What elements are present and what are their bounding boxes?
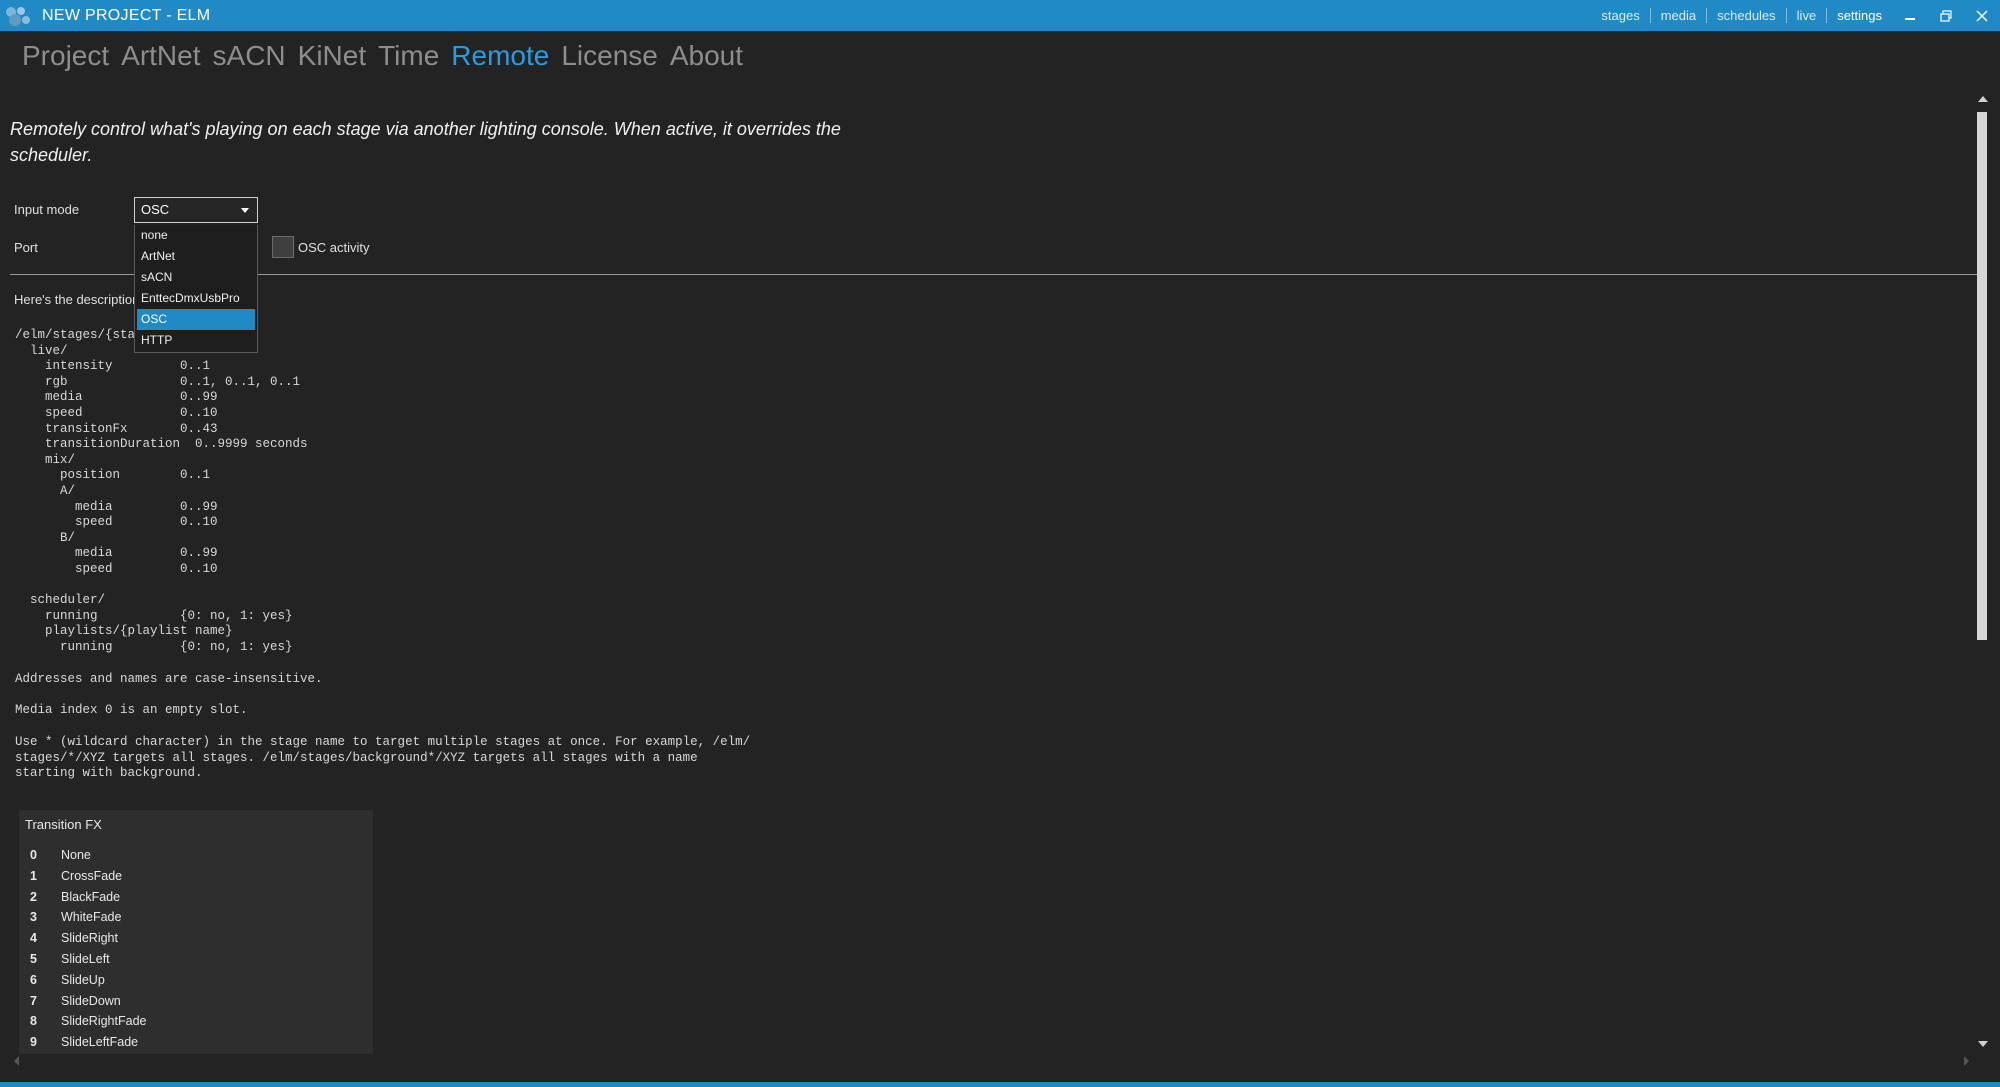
input-mode-value: OSC [141, 202, 170, 217]
wildcard-note: Use * (wildcard character) in the stage … [15, 735, 751, 781]
input-mode-select[interactable]: OSC [134, 197, 258, 223]
nav-stages[interactable]: stages [1591, 8, 1649, 23]
top-nav: stages media schedules live settings [1591, 0, 1892, 31]
tab-license[interactable]: License [561, 40, 658, 72]
scroll-right-icon[interactable] [1964, 1056, 1969, 1066]
fx-index: 2 [30, 889, 37, 904]
osc-tree-line: media 0..99 [15, 499, 218, 514]
fx-name: SlideRightFade [61, 1014, 147, 1029]
osc-tree-line: intensity 0..1 [15, 359, 211, 374]
tab-kinet[interactable]: KiNet [298, 40, 366, 72]
fx-index: 6 [30, 972, 37, 987]
dropdown-option-enttec[interactable]: EnttecDmxUsbPro [137, 288, 255, 309]
fx-index: 7 [30, 993, 37, 1008]
osc-tree-line: mix/ [15, 452, 76, 467]
fx-index: 4 [30, 931, 37, 946]
tab-remote[interactable]: Remote [451, 40, 549, 72]
fx-name: None [61, 848, 91, 862]
osc-tree-line: speed 0..10 [15, 405, 218, 420]
tab-sacn[interactable]: sACN [213, 40, 286, 72]
case-note: Addresses and names are case-insensitive… [15, 672, 323, 686]
osc-tree-line: scheduler/ [15, 593, 106, 608]
window-controls [1892, 0, 2000, 31]
restore-icon[interactable] [1928, 0, 1964, 31]
description-intro: Here's the description [14, 292, 140, 307]
chevron-down-icon [241, 208, 249, 213]
fx-index: 0 [30, 848, 37, 862]
dropdown-option-http[interactable]: HTTP [137, 330, 255, 351]
media-zero-note: Media index 0 is an empty slot. [15, 703, 248, 717]
osc-tree-line: transitonFx 0..43 [15, 421, 218, 436]
fx-index: 3 [30, 910, 37, 925]
osc-tree-line [15, 578, 308, 594]
fx-name: SlideUp [61, 972, 105, 987]
dropdown-option-artnet[interactable]: ArtNet [137, 246, 255, 267]
dropdown-option-sacn[interactable]: sACN [137, 267, 255, 288]
minimize-icon[interactable] [1892, 0, 1928, 31]
fx-name: SlideLeft [61, 952, 110, 966]
fx-name: SlideLeftFade [61, 1035, 139, 1050]
window-title: NEW PROJECT - ELM [42, 6, 211, 24]
osc-activity-label: OSC activity [298, 240, 370, 255]
remote-intro: Remotely control what's playing on each … [10, 119, 841, 165]
nav-settings[interactable]: settings [1826, 8, 1892, 23]
input-mode-dropdown: none ArtNet sACN EnttecDmxUsbPro OSC HTT… [134, 225, 258, 353]
tab-artnet[interactable]: ArtNet [121, 40, 200, 72]
osc-tree-line: running {0: no, 1: yes} [15, 608, 293, 623]
osc-tree-line: B/ [15, 530, 76, 545]
fx-index: 5 [30, 952, 37, 966]
osc-tree-line: media 0..99 [15, 390, 218, 405]
scroll-up-icon[interactable] [1978, 96, 1988, 102]
fx-name: SlideDown [61, 993, 121, 1008]
title-bar: NEW PROJECT - ELM stages media schedules… [0, 0, 2000, 31]
scroll-left-icon[interactable] [14, 1056, 19, 1066]
osc-tree-line: playlists/{playlist name} [15, 624, 233, 639]
osc-tree-line: media 0..99 [15, 546, 218, 561]
transition-fx-title: Transition FX [25, 817, 102, 832]
fx-name: BlackFade [61, 889, 121, 904]
osc-tree-line: running {0: no, 1: yes} [15, 639, 293, 654]
tab-project[interactable]: Project [22, 40, 109, 72]
port-label: Port [14, 240, 38, 255]
input-mode-label: Input mode [14, 202, 80, 217]
osc-tree-line: speed 0..10 [15, 561, 218, 576]
scroll-down-icon[interactable] [1978, 1041, 1988, 1047]
osc-tree-line: position 0..1 [15, 468, 211, 483]
close-icon[interactable] [1964, 0, 2000, 31]
app-logo-icon [4, 5, 32, 27]
fx-name: CrossFade [61, 868, 123, 883]
scrollbar-thumb[interactable] [1977, 112, 1987, 640]
fx-index: 8 [30, 1014, 37, 1029]
tab-about[interactable]: About [670, 40, 743, 72]
tab-time[interactable]: Time [378, 40, 439, 72]
taskbar-strip [0, 1082, 2000, 1087]
osc-tree-line: speed 0..10 [15, 515, 218, 530]
fx-index: 1 [30, 868, 37, 883]
osc-activity-indicator [272, 236, 294, 258]
osc-tree-line: transitionDuration 0..9999 seconds [15, 437, 308, 452]
nav-schedules[interactable]: schedules [1706, 8, 1786, 23]
fx-index: 9 [30, 1035, 37, 1050]
nav-media[interactable]: media [1649, 8, 1706, 23]
transition-fx-panel: Transition FX 0 None 1 CrossFade 2 BlackFade 3… [19, 810, 373, 1054]
fx-name: WhiteFade [61, 910, 122, 925]
osc-tree-line: rgb 0..1, 0..1, 0..1 [15, 374, 301, 389]
settings-tabs: Project ArtNet sACN KiNet Time Remote Li… [22, 40, 755, 72]
divider [10, 274, 1978, 275]
fx-name: SlideRight [61, 931, 118, 946]
dropdown-option-osc[interactable]: OSC [137, 309, 255, 330]
osc-address-tree: /elm/stages/{sta live/ intensity 0..1 rg… [15, 328, 308, 655]
nav-live[interactable]: live [1785, 8, 1827, 23]
osc-tree-line: A/ [15, 483, 76, 498]
dropdown-option-none[interactable]: none [137, 225, 255, 246]
